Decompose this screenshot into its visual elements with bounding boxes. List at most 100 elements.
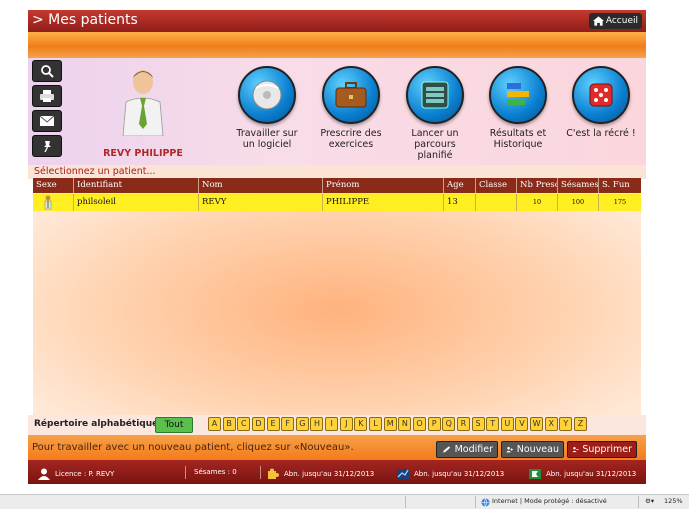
letter-button-d[interactable]: D xyxy=(251,417,265,431)
add-user-icon xyxy=(506,446,513,453)
cell-nb-presc: 10 xyxy=(517,194,558,211)
letter-button-j[interactable]: J xyxy=(339,417,353,431)
letter-button-r[interactable]: R xyxy=(456,417,470,431)
protected-mode-toggle[interactable]: ⚙▾ xyxy=(645,497,654,505)
side-tools xyxy=(32,60,62,160)
user-icon xyxy=(38,468,50,480)
letter-buttons: A B C D E F G H I J K L M N O P Q R S T … xyxy=(208,417,588,431)
toolbar: REVY PHILIPPE Travailler sur un logiciel … xyxy=(28,58,646,165)
table-header: Sexe Identifiant Nom Prénom Age Classe N… xyxy=(33,178,641,193)
tool-label-2b: exercices xyxy=(328,139,374,150)
letter-button-t[interactable]: T xyxy=(486,417,500,431)
tool-label-1: Travailler sur xyxy=(236,128,298,139)
licence-info: Licence : P. REVY xyxy=(37,468,114,480)
cell-classe xyxy=(476,194,517,211)
new-patient-hint: Pour travailler avec un nouveau patient,… xyxy=(32,442,354,453)
letter-button-h[interactable]: H xyxy=(310,417,324,431)
header-band xyxy=(28,32,646,58)
column-header-nb-presc[interactable]: Nb Presc xyxy=(517,178,558,193)
column-header-nom[interactable]: Nom xyxy=(199,178,323,193)
browser-separator xyxy=(475,496,476,508)
page-title: > Mes patients xyxy=(32,12,138,28)
column-header-sesames[interactable]: Sésames xyxy=(558,178,599,193)
letter-button-l[interactable]: L xyxy=(369,417,383,431)
column-header-age[interactable]: Age xyxy=(444,178,476,193)
sesames-text: Sésames : 0 xyxy=(194,468,237,476)
table-row[interactable]: philsoleil REVY PHILIPPE 13 10 100 175 xyxy=(33,194,641,211)
pin-icon xyxy=(44,141,51,153)
dice-icon xyxy=(572,66,630,124)
tool-results[interactable]: Résultats et Historique xyxy=(478,66,558,150)
letter-button-a[interactable]: A xyxy=(208,417,221,431)
letter-button-v[interactable]: V xyxy=(515,417,529,431)
chart-icon xyxy=(397,469,409,479)
letter-button-n[interactable]: N xyxy=(398,417,412,431)
letter-button-m[interactable]: M xyxy=(383,417,397,431)
column-header-s-fun[interactable]: S. Fun xyxy=(599,178,641,193)
cell-prenom: PHILIPPE xyxy=(323,194,444,211)
cell-s-fun: 175 xyxy=(613,198,627,206)
zoom-level[interactable]: 125% xyxy=(664,497,683,505)
sesames-info: Sésames : 0 xyxy=(194,468,237,476)
letter-button-x[interactable]: X xyxy=(544,417,558,431)
licence-text: Licence : P. REVY xyxy=(55,470,115,478)
letter-button-f[interactable]: F xyxy=(281,417,295,431)
letter-button-u[interactable]: U xyxy=(500,417,514,431)
globe-icon xyxy=(481,498,490,507)
alphabet-label: Répertoire alphabétique : xyxy=(34,419,165,429)
column-header-sexe[interactable]: Sexe xyxy=(33,178,74,193)
letter-button-s[interactable]: S xyxy=(471,417,485,431)
email-button[interactable] xyxy=(32,110,62,132)
letter-button-k[interactable]: K xyxy=(354,417,368,431)
new-button[interactable]: Nouveau xyxy=(501,441,564,458)
letter-button-c[interactable]: C xyxy=(237,417,251,431)
letter-button-q[interactable]: Q xyxy=(442,417,456,431)
title-bar: > Mes patients Accueil xyxy=(28,10,646,32)
briefcase-icon xyxy=(322,66,380,124)
column-header-prenom[interactable]: Prénom xyxy=(323,178,444,193)
cell-sesames: 100 xyxy=(558,194,599,211)
select-prompt-bar: Sélectionnez un patient... xyxy=(28,165,646,179)
patient-name: REVY PHILIPPE xyxy=(103,148,183,159)
tool-prescribe[interactable]: Prescrire des exercices xyxy=(311,66,391,150)
browser-status-bar: Internet | Mode protégé : désactivé ⚙▾ 1… xyxy=(0,494,689,509)
letter-button-g[interactable]: G xyxy=(295,417,309,431)
print-button[interactable] xyxy=(32,85,62,107)
modify-button[interactable]: Modifier xyxy=(436,441,498,458)
letter-button-b[interactable]: B xyxy=(222,417,236,431)
letter-button-y[interactable]: Y xyxy=(559,417,573,431)
home-button[interactable]: Accueil xyxy=(588,13,642,29)
printer-icon xyxy=(40,90,54,102)
letter-button-p[interactable]: P xyxy=(427,417,441,431)
letter-button-o[interactable]: O xyxy=(412,417,426,431)
column-header-identifiant[interactable]: Identifiant xyxy=(74,178,199,193)
tool-recreation[interactable]: C'est la récré ! xyxy=(561,66,641,139)
letter-button-z[interactable]: Z xyxy=(574,417,588,431)
tool-launch-path[interactable]: Lancer un parcours planifié xyxy=(395,66,475,161)
delete-button[interactable]: Supprimer xyxy=(567,441,637,458)
remove-user-icon xyxy=(572,447,579,453)
letter-button-w[interactable]: W xyxy=(530,417,544,431)
column-header-classe[interactable]: Classe xyxy=(476,178,517,193)
cd-icon xyxy=(238,66,296,124)
tool-work-software[interactable]: Travailler sur un logiciel xyxy=(227,66,307,150)
pin-button[interactable] xyxy=(32,135,62,157)
patient-avatar-area: REVY PHILIPPE xyxy=(88,66,198,162)
alphabet-filter: Répertoire alphabétique : Tout A B C D E… xyxy=(28,415,646,435)
subscription-3-text: Abn. jusqu'au 31/12/2013 xyxy=(546,470,637,478)
search-button[interactable] xyxy=(32,60,62,82)
tool-label-4b: Historique xyxy=(493,139,543,150)
letter-button-e[interactable]: E xyxy=(266,417,280,431)
cell-sexe xyxy=(33,194,74,211)
all-letters-button[interactable]: Tout xyxy=(155,417,193,433)
puzzle-icon xyxy=(268,468,279,479)
delete-label: Supprimer xyxy=(582,444,632,455)
tool-label-5: C'est la récré ! xyxy=(566,128,636,139)
tool-label-3b: planifié xyxy=(417,150,453,161)
subscription-1-text: Abn. jusqu'au 31/12/2013 xyxy=(284,470,375,478)
pencil-icon xyxy=(443,446,451,453)
letter-button-i[interactable]: I xyxy=(325,417,339,431)
browser-separator xyxy=(638,496,639,508)
home-icon xyxy=(592,16,604,26)
tool-label-2: Prescrire des xyxy=(320,128,382,139)
